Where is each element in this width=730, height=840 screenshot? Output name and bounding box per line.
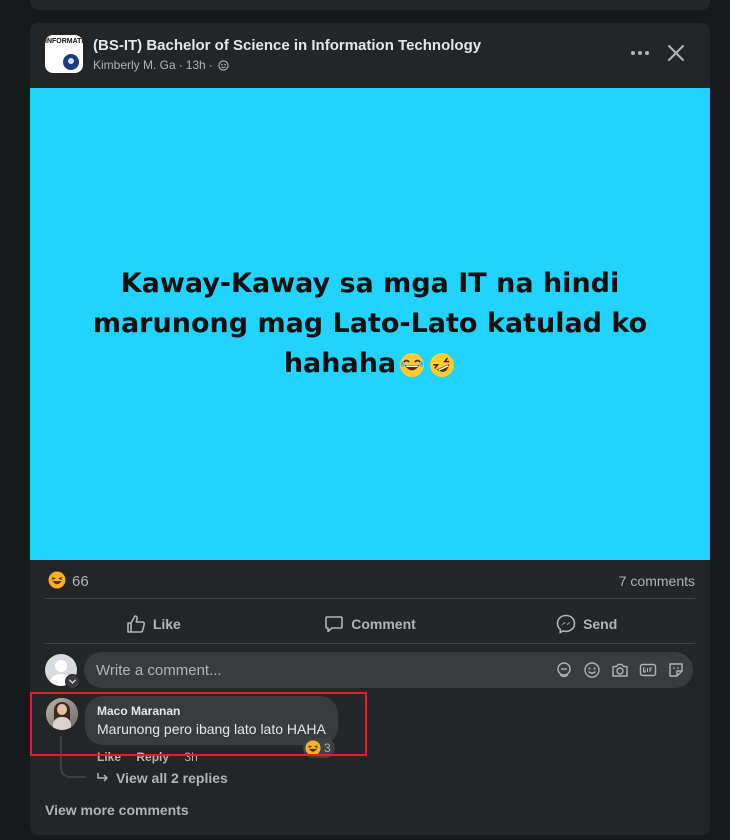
group-avatar[interactable]: INFORMATION TECHNOLOGY (45, 35, 83, 73)
like-button[interactable]: Like (45, 606, 262, 642)
reply-thread-line (60, 736, 86, 778)
comment-placeholder: Write a comment... (96, 661, 222, 679)
post-actions: Like Comment Send (45, 606, 695, 642)
comment-actions: Like Reply 3h (97, 750, 210, 764)
group-logo-text: INFORMATION TECHNOLOGY (45, 38, 83, 45)
messenger-icon (556, 614, 576, 634)
post-image[interactable]: Kaway-Kaway sa mga IT na hindi marunong … (30, 88, 710, 560)
input-icons (555, 661, 685, 679)
post-header: INFORMATION TECHNOLOGY (BS-IT) Bachelor … (30, 23, 710, 88)
gif-icon[interactable] (639, 661, 657, 679)
divider (45, 598, 695, 599)
comment: Maco Maranan Marunong pero ibang lato la… (45, 696, 695, 778)
emoji-icon[interactable] (583, 661, 601, 679)
send-button[interactable]: Send (478, 606, 695, 642)
haha-icon (305, 740, 321, 756)
comment-composer: Write a comment... (45, 652, 695, 689)
post-stats: 66 7 comments (45, 568, 695, 594)
reaction-count[interactable]: 66 (72, 573, 89, 590)
comment-reactions[interactable]: 3 (303, 738, 335, 758)
camera-icon[interactable] (611, 661, 629, 679)
haha-icon[interactable] (48, 571, 66, 589)
view-replies-link[interactable]: View all 2 replies (96, 770, 228, 786)
globe-icon (218, 59, 229, 71)
group-name-link[interactable]: (BS-IT) Bachelor of Science in Informati… (93, 37, 481, 54)
close-button[interactable] (662, 39, 690, 67)
chevron-down-icon[interactable] (65, 674, 80, 689)
avatar-sticker-icon[interactable] (555, 661, 573, 679)
comment-button[interactable]: Comment (262, 606, 479, 642)
rofl-emoji-icon (430, 352, 455, 377)
divider (45, 643, 695, 644)
commenter-avatar[interactable] (46, 698, 78, 730)
like-icon (127, 615, 145, 633)
sticker-icon[interactable] (667, 661, 685, 679)
author-link[interactable]: Kimberly M. Ga (93, 58, 176, 72)
grinning-sweat-emoji-icon (400, 352, 425, 377)
reply-arrow-icon (97, 773, 108, 782)
close-icon (668, 45, 684, 61)
comment-like-button[interactable]: Like (97, 750, 121, 764)
group-seal-icon (61, 52, 81, 72)
comment-reply-button[interactable]: Reply (136, 750, 169, 764)
comment-input[interactable]: Write a comment... (84, 652, 693, 688)
like-label: Like (152, 616, 181, 632)
comment-label: Comment (351, 616, 416, 632)
post-image-caption: Kaway-Kaway sa mga IT na hindi marunong … (92, 268, 648, 379)
send-label: Send (583, 616, 618, 632)
comment-author[interactable]: Maco Maranan (97, 704, 326, 718)
view-replies-label: View all 2 replies (116, 770, 228, 786)
comment-text: Marunong pero ibang lato lato HAHA (97, 721, 326, 737)
more-options-button[interactable] (626, 39, 654, 67)
post-time[interactable]: 13h (186, 58, 206, 72)
post-meta: Kimberly M. Ga · 13h · (93, 58, 229, 72)
previous-card (30, 0, 710, 10)
comment-icon (325, 616, 344, 633)
post-card: INFORMATION TECHNOLOGY (BS-IT) Bachelor … (30, 23, 710, 835)
comment-time[interactable]: 3h (184, 750, 197, 764)
more-icon (631, 51, 649, 55)
comment-bubble: Maco Maranan Marunong pero ibang lato la… (85, 696, 338, 745)
comment-count[interactable]: 7 comments (619, 573, 695, 589)
comment-reaction-count: 3 (324, 741, 331, 755)
post-image-text: Kaway-Kaway sa mga IT na hindi marunong … (50, 264, 690, 384)
view-more-comments-link[interactable]: View more comments (45, 802, 189, 818)
